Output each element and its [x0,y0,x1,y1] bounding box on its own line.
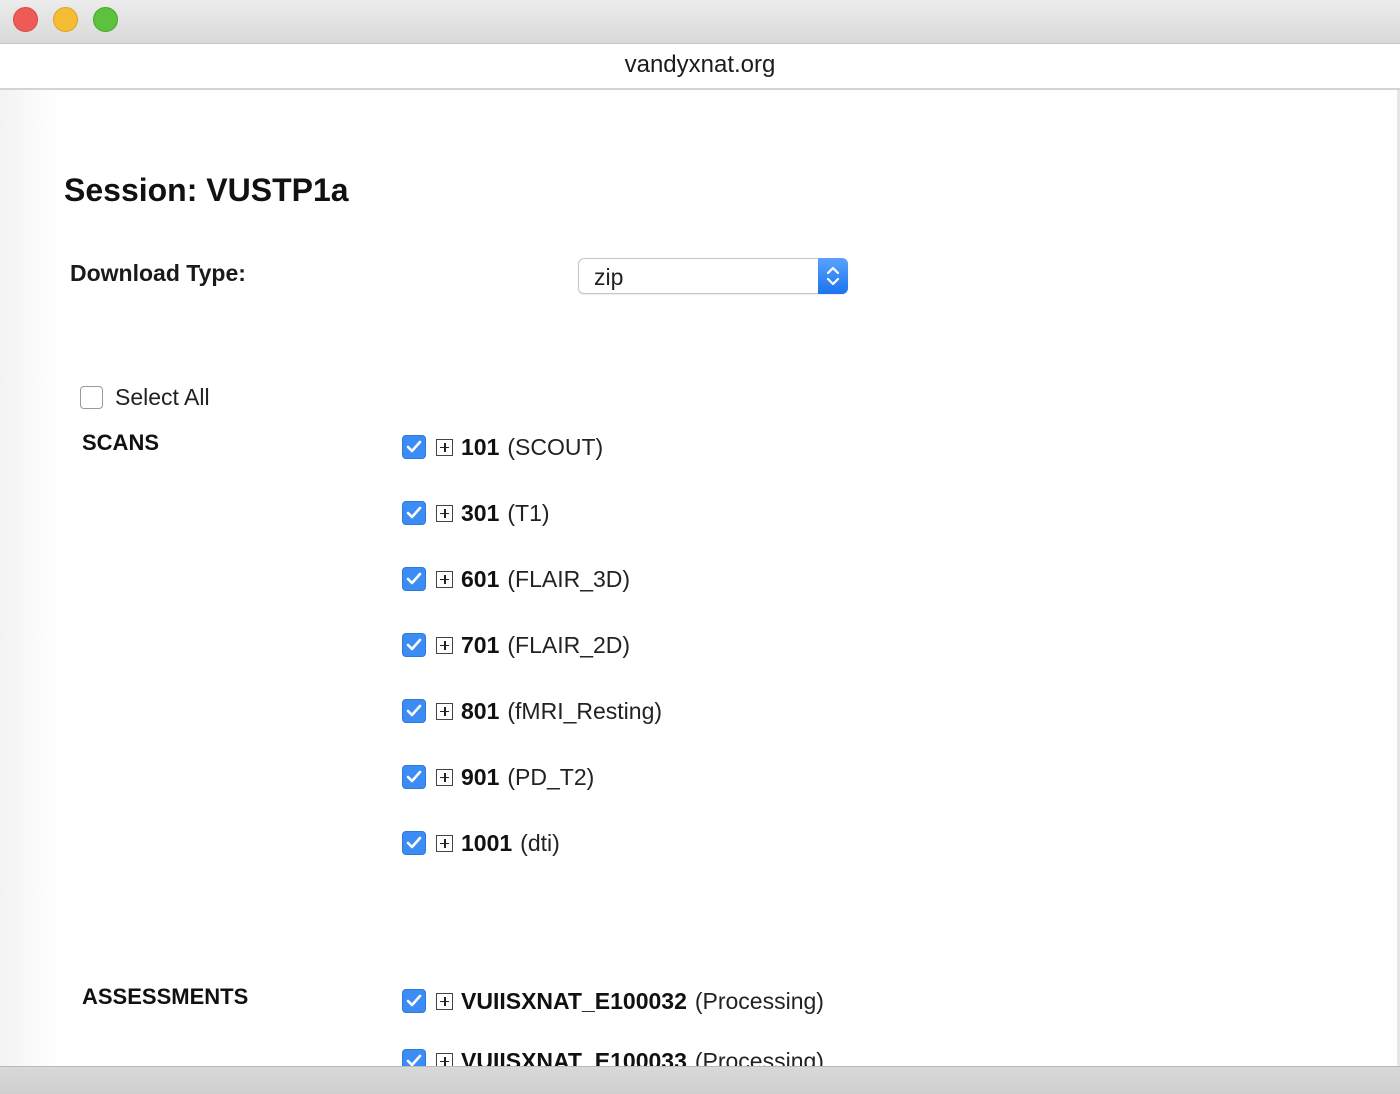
assessment-item[interactable]: VUIISXNAT_E100033 (Processing) [402,1047,824,1066]
maximize-window-icon[interactable] [93,7,118,32]
row-type: (FLAIR_3D) [507,565,631,592]
row-id: 701 [461,631,500,658]
row-type: (PD_T2) [507,763,595,790]
select-all-checkbox[interactable] [80,385,103,409]
assessments-section-label: ASSESSMENTS [82,984,249,1009]
checkmark-icon [406,770,422,783]
checkmark-icon [406,1054,422,1066]
row-checkbox[interactable] [402,765,426,789]
expand-plus-icon[interactable] [436,1052,453,1066]
row-id: 301 [461,499,500,526]
scan-item[interactable]: 801 (fMRI_Resting) [402,697,662,725]
page-content: Session: VUSTP1a Download Type: zip Sele… [0,90,1400,1066]
expand-plus-icon[interactable] [436,834,453,852]
scan-item[interactable]: 601 (FLAIR_3D) [402,565,630,593]
scans-section-label: SCANS [82,430,160,455]
row-checkbox[interactable] [402,831,426,855]
expand-plus-icon[interactable] [436,570,453,588]
row-checkbox[interactable] [402,1049,426,1066]
download-type-value: zip [594,264,624,290]
row-id: 1001 [461,829,513,856]
minimize-window-icon[interactable] [53,7,78,32]
row-type: (FLAIR_2D) [507,631,631,658]
url-text: vandyxnat.org [624,51,776,78]
scan-item[interactable]: 1001 (dti) [402,829,560,857]
row-id: VUIISXNAT_E100033 [461,1047,687,1067]
row-type: (Processing) [694,987,824,1014]
row-checkbox[interactable] [402,567,426,591]
expand-plus-icon[interactable] [436,504,453,522]
row-id: 101 [461,433,500,460]
checkmark-icon [406,440,422,453]
checkmark-icon [406,704,422,717]
expand-plus-icon[interactable] [436,636,453,654]
download-type-label: Download Type: [70,260,246,286]
row-id: 901 [461,763,500,790]
close-window-icon[interactable] [13,7,38,32]
url-bar: vandyxnat.org [0,44,1400,90]
checkmark-icon [406,836,422,849]
browser-window: vandyxnat.org Session: VUSTP1a Download … [0,0,1400,1094]
expand-plus-icon[interactable] [436,438,453,456]
row-type: (Processing) [694,1047,824,1067]
title-bar[interactable] [0,0,1400,44]
row-type: (fMRI_Resting) [507,697,663,724]
row-checkbox[interactable] [402,501,426,525]
download-type-select[interactable]: zip [578,258,848,294]
row-id: 601 [461,565,500,592]
assessment-item[interactable]: VUIISXNAT_E100032 (Processing) [402,987,824,1015]
row-checkbox[interactable] [402,699,426,723]
checkmark-icon [406,506,422,519]
scan-item[interactable]: 901 (PD_T2) [402,763,594,791]
checkmark-icon [406,572,422,585]
select-all-label: Select All [115,383,210,410]
row-checkbox[interactable] [402,633,426,657]
checkmark-icon [406,994,422,1007]
row-id: 801 [461,697,500,724]
select-all-option[interactable]: Select All [80,383,210,411]
row-type: (SCOUT) [507,433,604,460]
expand-plus-icon[interactable] [436,702,453,720]
expand-plus-icon[interactable] [436,768,453,786]
row-type: (T1) [507,499,550,526]
row-checkbox[interactable] [402,989,426,1013]
scan-item[interactable]: 101 (SCOUT) [402,433,603,461]
expand-plus-icon[interactable] [436,992,453,1010]
row-id: VUIISXNAT_E100032 [461,987,687,1014]
scan-item[interactable]: 301 (T1) [402,499,550,527]
page-title: Session: VUSTP1a [64,172,349,208]
checkmark-icon [406,638,422,651]
bottom-bar [0,1066,1400,1094]
select-arrows-icon[interactable] [818,258,848,294]
row-type: (dti) [520,829,560,856]
row-checkbox[interactable] [402,435,426,459]
scan-item[interactable]: 701 (FLAIR_2D) [402,631,630,659]
